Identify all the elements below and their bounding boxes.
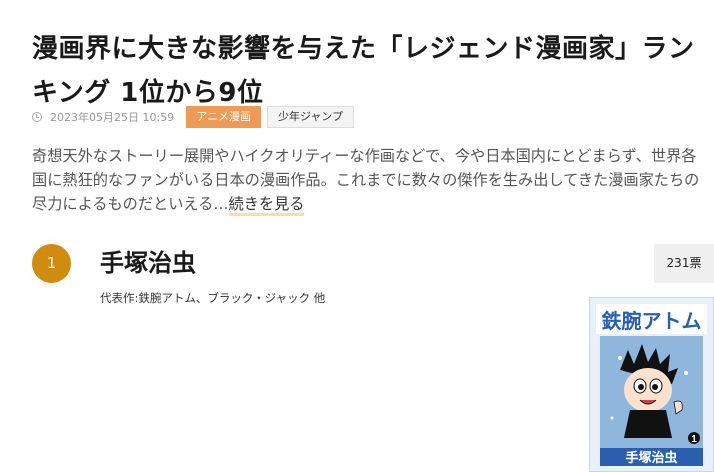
publish-date: 2023年05月25日 10:59 — [50, 111, 175, 124]
article-title: 漫画界に大きな影響を与えた「レジェンド漫画家」ランキング 1位から9位 — [32, 34, 695, 109]
tag-anime-manga[interactable]: アニメ漫画 — [186, 106, 261, 128]
cover-author: 手塚治虫 — [625, 450, 677, 465]
artist-name[interactable]: 手塚治虫 — [100, 245, 196, 281]
astro-boy-cover-image: 鉄腕アトム 1 手塚治虫 — [590, 298, 713, 471]
article-meta: 2023年05月25日 10:59 アニメ漫画 少年ジャンプ — [32, 106, 360, 128]
lead-text: 奇想天外なストーリー展開やハイクオリティーな作画などで、今や日本国内にとどまらず… — [32, 147, 700, 213]
cover-title: 鉄腕アトム — [602, 309, 702, 333]
rank-badge: 1 — [32, 244, 71, 283]
article-lead: 奇想天外なストーリー展開やハイクオリティーな作画などで、今や日本国内にとどまらず… — [32, 144, 708, 216]
vote-count: 231票 — [654, 244, 714, 283]
tag-shonen-jump[interactable]: 少年ジャンプ — [266, 106, 355, 128]
clock-icon — [32, 112, 42, 122]
book-cover[interactable]: 鉄腕アトム 1 手塚治虫 — [589, 297, 714, 472]
cover-volume: 1 — [691, 434, 697, 445]
read-more-link[interactable]: 続きを見る — [228, 195, 305, 216]
representative-works: 代表作:鉄腕アトム、ブラック・ジャック 他 — [100, 291, 326, 305]
